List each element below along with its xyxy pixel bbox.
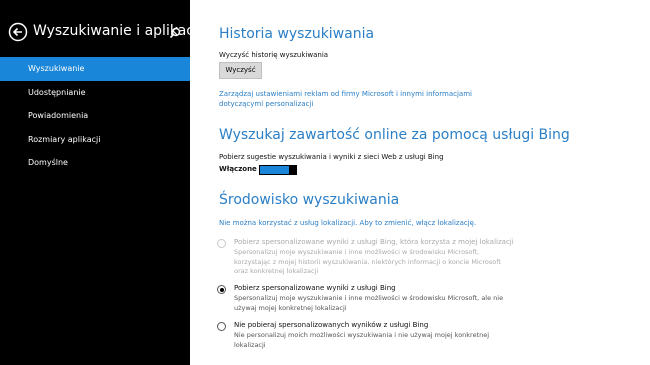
toggle-knob [289, 166, 296, 174]
environment-heading: Środowisko wyszukiwania [219, 192, 400, 208]
bing-toggle-state: Włączone [219, 165, 257, 173]
sidebar-item-powiadomienia[interactable]: Powiadomienia [0, 104, 190, 128]
bing-toggle[interactable] [259, 165, 297, 175]
search-icon[interactable] [168, 25, 182, 39]
radio-option-title: Pobierz spersonalizowane wyniki z usługi… [234, 284, 396, 292]
sidebar-item-domyslne[interactable]: Domyślne [0, 151, 190, 175]
personalization-link[interactable]: Zarządzaj ustawieniami reklam od firmy M… [219, 89, 509, 109]
bing-heading: Wyszukaj zawartość online za pomocą usłu… [219, 127, 570, 143]
location-notice[interactable]: Nie można korzystać z usług lokalizacji.… [219, 219, 476, 227]
main-content: Historia wyszukiwania Wyczyść historię w… [190, 0, 650, 365]
sidebar-item-rozmiary-aplikacji[interactable]: Rozmiary aplikacji [0, 128, 190, 152]
back-arrow-icon[interactable] [8, 22, 28, 42]
radio-option-description: Spersonalizuj moje wyszukiwanie i inne m… [234, 294, 504, 312]
radio-option-title: Pobierz spersonalizowane wyniki z usługi… [234, 238, 514, 246]
sidebar: Wyszukiwanie i aplikacje Wyszukiwanie Ud… [0, 0, 206, 365]
sidebar-item-udostepnianie[interactable]: Udostępnianie [0, 81, 190, 105]
radio-option-description: Spersonalizuj moje wyszukiwanie i inne m… [234, 248, 501, 275]
radio-button-personalized[interactable] [217, 285, 226, 294]
radio-button-not-personalized[interactable] [217, 322, 226, 331]
history-heading: Historia wyszukiwania [219, 26, 375, 42]
radio-option-description: Nie personalizuj moich możliwości wyszuk… [234, 331, 490, 349]
clear-history-button[interactable]: Wyczyść [219, 62, 262, 79]
sidebar-item-wyszukiwanie[interactable]: Wyszukiwanie [0, 57, 190, 81]
sidebar-header: Wyszukiwanie i aplikacje [8, 22, 206, 44]
radio-button-location [217, 239, 226, 248]
clear-history-label: Wyczyść historię wyszukiwania [219, 51, 329, 59]
bing-suggestions-label: Pobierz sugestie wyszukiwania i wyniki z… [219, 153, 444, 161]
radio-option-title: Nie pobieraj spersonalizowanych wyników … [234, 321, 429, 329]
